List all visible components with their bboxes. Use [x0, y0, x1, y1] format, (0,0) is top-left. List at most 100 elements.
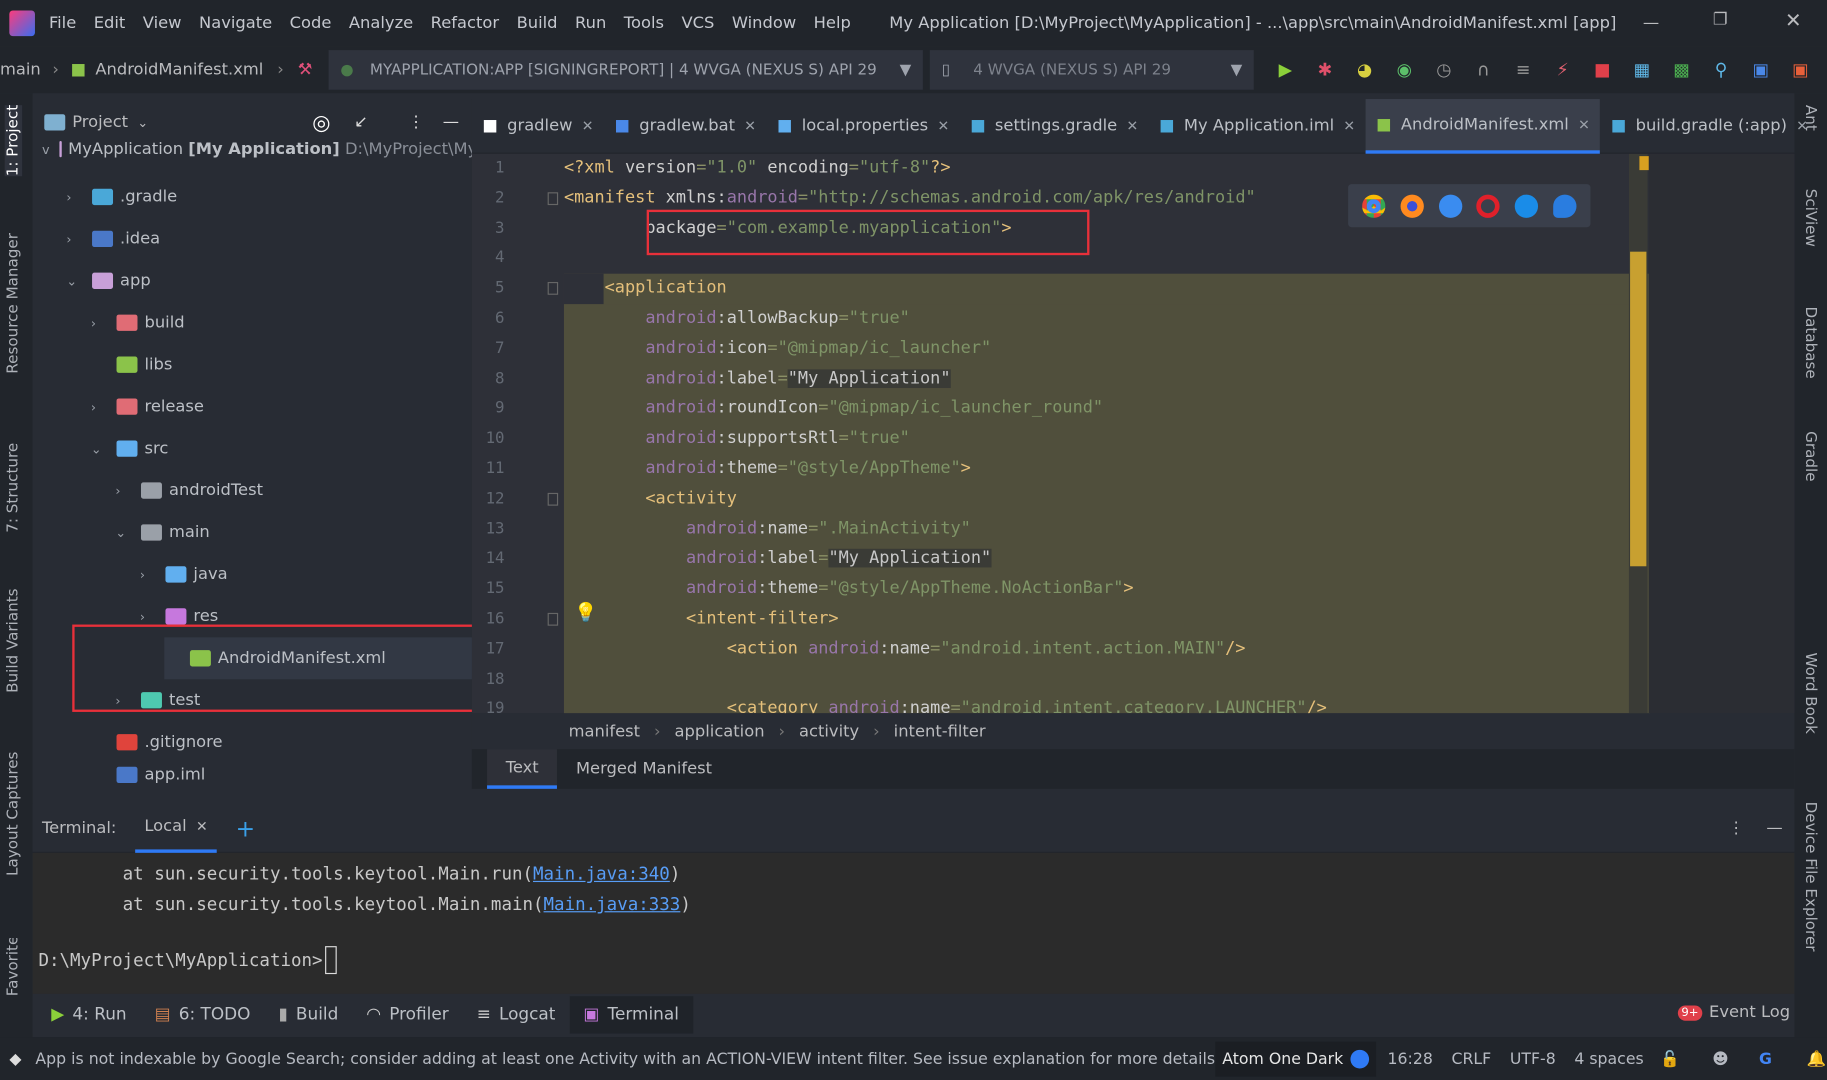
- chevron-icon[interactable]: ›: [115, 483, 131, 498]
- tree-item[interactable]: › release: [91, 386, 473, 428]
- notification-icon[interactable]: 🔔: [1807, 1049, 1827, 1068]
- run-anything-icon[interactable]: ≡: [1511, 58, 1534, 81]
- run-config-select[interactable]: ● MYAPPLICATION:APP [SIGNINGREPORT] | 4 W…: [328, 50, 923, 90]
- event-log-button[interactable]: 9+ Event Log: [1677, 1003, 1790, 1022]
- ie-icon[interactable]: [1514, 194, 1538, 218]
- close-button[interactable]: ✕: [1785, 9, 1802, 32]
- hide-icon[interactable]: —: [1766, 819, 1782, 838]
- status-message[interactable]: App is not indexable by Google Search; c…: [35, 1049, 1220, 1068]
- menu-file[interactable]: File: [49, 14, 76, 33]
- breadcrumb-item[interactable]: application: [675, 722, 765, 741]
- chevron-icon[interactable]: ›: [91, 315, 107, 330]
- locate-icon[interactable]: ◎: [312, 110, 330, 134]
- menu-code[interactable]: Code: [290, 14, 332, 33]
- stripe-project[interactable]: 1: Project: [4, 104, 23, 177]
- tree-item[interactable]: › .gradle: [66, 176, 473, 218]
- menu-navigate[interactable]: Navigate: [199, 14, 272, 33]
- tab-gradlew[interactable]: ■ gradlew ✕: [472, 98, 604, 153]
- tab-merged-manifest[interactable]: Merged Manifest: [557, 749, 730, 789]
- google-icon[interactable]: G: [1759, 1049, 1772, 1068]
- tab-local-properties[interactable]: ■ local.properties ✕: [767, 98, 960, 153]
- coverage-icon[interactable]: ◉: [1393, 58, 1416, 81]
- breadcrumb-item[interactable]: intent-filter: [894, 722, 986, 741]
- tree-item[interactable]: app.iml: [91, 763, 473, 786]
- hammer-icon[interactable]: ⚒: [298, 61, 313, 80]
- stripe-database[interactable]: Database: [1801, 306, 1818, 378]
- tab-settings-gradle[interactable]: ■ settings.gradle ✕: [960, 98, 1149, 153]
- tree-item[interactable]: ⌄ app: [66, 260, 473, 302]
- file-encoding[interactable]: UTF-8: [1510, 1049, 1556, 1068]
- tool-tab-logcat[interactable]: ≡ Logcat: [463, 996, 570, 1033]
- chevron-icon[interactable]: ›: [140, 567, 156, 582]
- project-view-select[interactable]: Project: [72, 113, 128, 132]
- apply-changes-icon[interactable]: ◕: [1353, 58, 1376, 81]
- firefox-icon[interactable]: [1400, 194, 1424, 218]
- lock-icon[interactable]: 🔓: [1660, 1049, 1680, 1068]
- tab-androidmanifest-xml[interactable]: ■ AndroidManifest.xml ✕: [1365, 98, 1601, 154]
- tool-tab-run[interactable]: ▶ 4: Run: [37, 996, 140, 1033]
- opera-icon[interactable]: [1476, 194, 1500, 218]
- code-editor[interactable]: 1 2 3 4 5 6 7 8 9 10 11 12 13 14 15 16 17 18 19 <?xml vers…: [471, 153, 1795, 714]
- edge-icon[interactable]: [1552, 194, 1577, 218]
- search-icon[interactable]: ⚲: [1709, 58, 1732, 81]
- chrome-icon[interactable]: [1362, 194, 1386, 218]
- lightbulb-icon[interactable]: 💡: [574, 601, 597, 623]
- stripe-structure[interactable]: 7: Structure: [5, 443, 22, 533]
- menu-run[interactable]: Run: [575, 14, 606, 33]
- theme-widget[interactable]: Atom One Dark: [1215, 1041, 1376, 1077]
- nav-main[interactable]: main: [0, 61, 41, 80]
- stripe-favorites[interactable]: Favorites: [5, 938, 22, 996]
- stripe-layout-captures[interactable]: Layout Captures: [5, 752, 22, 876]
- fold-icon[interactable]: [547, 282, 559, 296]
- menu-build[interactable]: Build: [517, 14, 558, 33]
- stop-icon[interactable]: ■: [1591, 58, 1614, 81]
- menu-refactor[interactable]: Refactor: [431, 14, 499, 33]
- fold-icon[interactable]: [547, 192, 559, 205]
- chevron-down-icon[interactable]: ⌄: [137, 115, 148, 130]
- fold-icon[interactable]: [547, 612, 559, 626]
- tree-item[interactable]: ⌄ main: [115, 512, 473, 554]
- new-terminal-button[interactable]: +: [236, 814, 256, 842]
- close-tab-icon[interactable]: ✕: [1796, 118, 1808, 134]
- stripe-resource-manager[interactable]: Resource Manager: [5, 233, 22, 374]
- source-link[interactable]: Main.java:333: [544, 894, 681, 915]
- close-tab-icon[interactable]: ✕: [582, 118, 594, 134]
- more-icon[interactable]: ⋮: [1728, 819, 1744, 838]
- caret-position[interactable]: 16:28: [1388, 1049, 1433, 1068]
- menu-edit[interactable]: Edit: [94, 14, 126, 33]
- tab-gradlew-bat[interactable]: ■ gradlew.bat ✕: [604, 98, 767, 153]
- tree-root[interactable]: v MyApplication [My Application] D:\MyPr…: [42, 134, 473, 164]
- tree-item[interactable]: .gitignore: [91, 721, 473, 763]
- tree-item[interactable]: › .idea: [66, 218, 473, 260]
- nav-file[interactable]: AndroidManifest.xml: [95, 61, 263, 80]
- chevron-icon[interactable]: ⌄: [115, 525, 131, 540]
- close-tab-icon[interactable]: ✕: [1343, 118, 1355, 134]
- stripe-word-book[interactable]: Word Book: [1801, 653, 1818, 734]
- tree-item[interactable]: › build: [91, 302, 473, 344]
- breadcrumb-item[interactable]: activity: [799, 722, 859, 741]
- more-icon[interactable]: ⋮: [408, 113, 424, 132]
- stripe-gradle[interactable]: Gradle: [1801, 431, 1818, 481]
- debug-icon[interactable]: ✱: [1313, 58, 1336, 81]
- close-tab-icon[interactable]: ✕: [1578, 116, 1590, 132]
- menu-view[interactable]: View: [143, 14, 182, 33]
- close-icon[interactable]: ✕: [196, 818, 208, 834]
- menu-tools[interactable]: Tools: [624, 14, 664, 33]
- chevron-icon[interactable]: ›: [66, 231, 82, 246]
- chevron-icon[interactable]: ⌄: [91, 441, 107, 456]
- chevron-icon[interactable]: ›: [66, 189, 82, 204]
- collapse-icon[interactable]: ↙: [354, 113, 368, 132]
- hide-icon[interactable]: —: [443, 113, 459, 132]
- google-translate-icon[interactable]: ▣: [1789, 58, 1812, 81]
- source-link[interactable]: Main.java:340: [533, 863, 670, 884]
- restore-button[interactable]: ❐: [1713, 10, 1728, 29]
- stripe-sciview[interactable]: SciView: [1801, 189, 1818, 247]
- tab-my-application-iml[interactable]: ■ My Application.iml ✕: [1149, 98, 1366, 153]
- safari-icon[interactable]: [1438, 194, 1462, 218]
- breadcrumb-item[interactable]: manifest: [569, 722, 640, 741]
- inspector-icon[interactable]: ☻: [1712, 1049, 1728, 1068]
- attach-debugger-icon[interactable]: ∩: [1472, 58, 1495, 81]
- line-separator[interactable]: CRLF: [1451, 1049, 1491, 1068]
- terminal-output[interactable]: at sun.security.tools.keytool.Main.run(M…: [32, 852, 1795, 994]
- indent[interactable]: 4 spaces: [1574, 1049, 1643, 1068]
